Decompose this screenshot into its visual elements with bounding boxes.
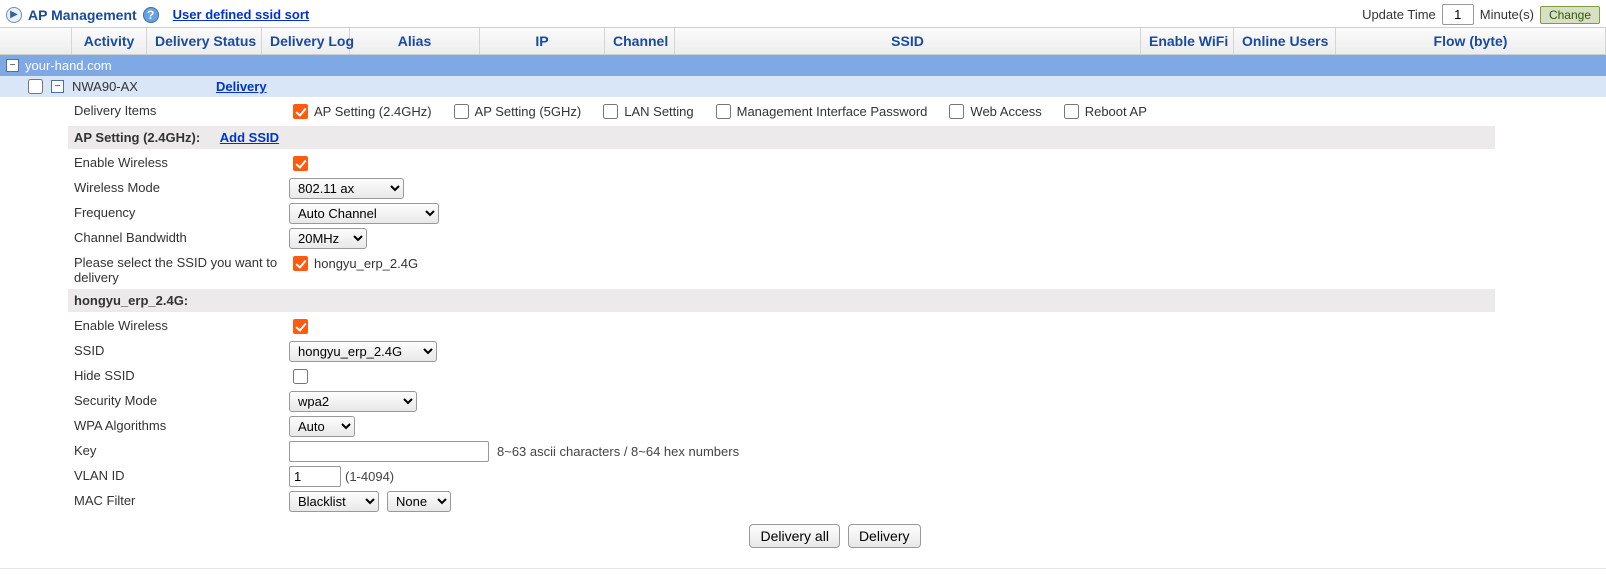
delivery-items-label: Delivery Items	[74, 101, 289, 118]
mac-filter-label: MAC Filter	[74, 491, 289, 508]
col-alias[interactable]: Alias	[350, 28, 480, 54]
add-ssid-link[interactable]: Add SSID	[220, 130, 279, 145]
delivery-item: Web Access	[945, 101, 1041, 122]
ssid-delivery-name: hongyu_erp_2.4G	[314, 256, 418, 271]
column-header-row: Activity Delivery Status Delivery Log Al…	[0, 27, 1606, 55]
ssid-enable-wireless-checkbox[interactable]	[293, 319, 308, 334]
collapse-icon[interactable]: −	[6, 59, 19, 72]
top-bar: ▶ AP Management ? User defined ssid sort…	[0, 0, 1606, 27]
top-right: Update Time Minute(s) Change	[1362, 4, 1600, 25]
col-delivery-status[interactable]: Delivery Status	[147, 28, 262, 54]
ssid-label: SSID	[74, 341, 289, 358]
delivery-items-row: Delivery Items AP Setting (2.4GHz)AP Set…	[74, 99, 1596, 124]
col-delivery-log[interactable]: Delivery Log	[262, 28, 350, 54]
wireless-mode-label: Wireless Mode	[74, 178, 289, 195]
key-label: Key	[74, 441, 289, 458]
key-hint: 8~63 ascii characters / 8~64 hex numbers	[497, 444, 739, 459]
key-input[interactable]	[289, 441, 489, 462]
collapse-icon[interactable]: −	[51, 80, 64, 93]
change-button[interactable]: Change	[1540, 6, 1600, 24]
vlan-label: VLAN ID	[74, 466, 289, 483]
frequency-label: Frequency	[74, 203, 289, 220]
section-ap-2g-title: AP Setting (2.4GHz):	[74, 130, 200, 145]
hide-ssid-label: Hide SSID	[74, 366, 289, 383]
wpa-algo-label: WPA Algorithms	[74, 416, 289, 433]
select-device-checkbox[interactable]	[28, 79, 43, 94]
vlan-input[interactable]	[289, 466, 341, 487]
bandwidth-label: Channel Bandwidth	[74, 228, 289, 245]
col-ip[interactable]: IP	[480, 28, 605, 54]
bottom-actions: Delivery all Delivery	[74, 514, 1596, 554]
section-ssid-title: hongyu_erp_2.4G:	[74, 293, 188, 308]
delivery-item-checkbox[interactable]	[949, 104, 964, 119]
col-online-users[interactable]: Online Users	[1234, 28, 1336, 54]
col-spacer	[0, 28, 72, 54]
security-mode-label: Security Mode	[74, 391, 289, 408]
delivery-item: Reboot AP	[1060, 101, 1147, 122]
frequency-select[interactable]: Auto Channel	[289, 203, 439, 224]
help-icon[interactable]: ?	[143, 7, 159, 23]
details-panel: Delivery Items AP Setting (2.4GHz)AP Set…	[0, 97, 1606, 568]
delivery-item-checkbox[interactable]	[603, 104, 618, 119]
col-flow[interactable]: Flow (byte)	[1336, 28, 1606, 54]
delivery-item-label: AP Setting (2.4GHz)	[314, 104, 432, 119]
delivery-items-options: AP Setting (2.4GHz) AP Setting (5GHz) LAN …	[289, 101, 1157, 122]
wpa-algo-select[interactable]: Auto	[289, 416, 355, 437]
delivery-item-checkbox[interactable]	[293, 104, 308, 119]
delivery-item: LAN Setting	[599, 101, 693, 122]
domain-row[interactable]: − your-hand.com	[0, 55, 1606, 76]
enable-wireless-checkbox[interactable]	[293, 156, 308, 171]
delivery-item-label: AP Setting (5GHz)	[475, 104, 582, 119]
ssid-delivery-checkbox[interactable]	[293, 256, 308, 271]
wireless-mode-select[interactable]: 802.11 ax	[289, 178, 404, 199]
ssid-sort-link[interactable]: User defined ssid sort	[173, 7, 310, 22]
hide-ssid-checkbox[interactable]	[293, 369, 308, 384]
device-row: − NWA90-AX Delivery	[0, 76, 1606, 97]
delivery-all-button[interactable]: Delivery all	[749, 524, 839, 548]
mac-filter-list-select[interactable]: None	[387, 491, 451, 512]
security-mode-select[interactable]: wpa2	[289, 391, 417, 412]
delivery-item-checkbox[interactable]	[1064, 104, 1079, 119]
footer-divider	[0, 568, 1606, 575]
delivery-item-label: LAN Setting	[624, 104, 693, 119]
ssid-select-label: Please select the SSID you want to deliv…	[74, 253, 289, 285]
delivery-item-checkbox[interactable]	[454, 104, 469, 119]
delivery-item-label: Web Access	[970, 104, 1041, 119]
delivery-link[interactable]: Delivery	[216, 79, 267, 94]
minutes-label: Minute(s)	[1480, 7, 1534, 22]
section-ssid-header: hongyu_erp_2.4G:	[68, 289, 1495, 312]
delivery-item-checkbox[interactable]	[716, 104, 731, 119]
device-name: NWA90-AX	[72, 79, 138, 94]
bandwidth-select[interactable]: 20MHz	[289, 228, 367, 249]
col-activity[interactable]: Activity	[72, 28, 147, 54]
col-enable-wifi[interactable]: Enable WiFi	[1141, 28, 1234, 54]
delivery-item-label: Reboot AP	[1085, 104, 1147, 119]
delivery-item: AP Setting (2.4GHz)	[289, 101, 432, 122]
delivery-item-label: Management Interface Password	[737, 104, 928, 119]
enable-wireless-label: Enable Wireless	[74, 153, 289, 170]
page-title: AP Management	[28, 7, 137, 23]
mac-filter-mode-select[interactable]: Blacklist	[289, 491, 379, 512]
ssid-select[interactable]: hongyu_erp_2.4G	[289, 341, 437, 362]
delivery-item: AP Setting (5GHz)	[450, 101, 582, 122]
update-time-label: Update Time	[1362, 7, 1436, 22]
col-ssid[interactable]: SSID	[675, 28, 1141, 54]
nav-forward-icon[interactable]: ▶	[6, 7, 22, 23]
vlan-hint: (1-4094)	[345, 469, 394, 484]
ssid-enable-wireless-label: Enable Wireless	[74, 316, 289, 333]
section-ap-2g-header: AP Setting (2.4GHz): Add SSID	[68, 126, 1495, 149]
delivery-button[interactable]: Delivery	[848, 524, 921, 548]
col-channel[interactable]: Channel	[605, 28, 675, 54]
delivery-item: Management Interface Password	[712, 101, 928, 122]
domain-name: your-hand.com	[25, 58, 112, 73]
update-time-input[interactable]	[1442, 4, 1474, 25]
